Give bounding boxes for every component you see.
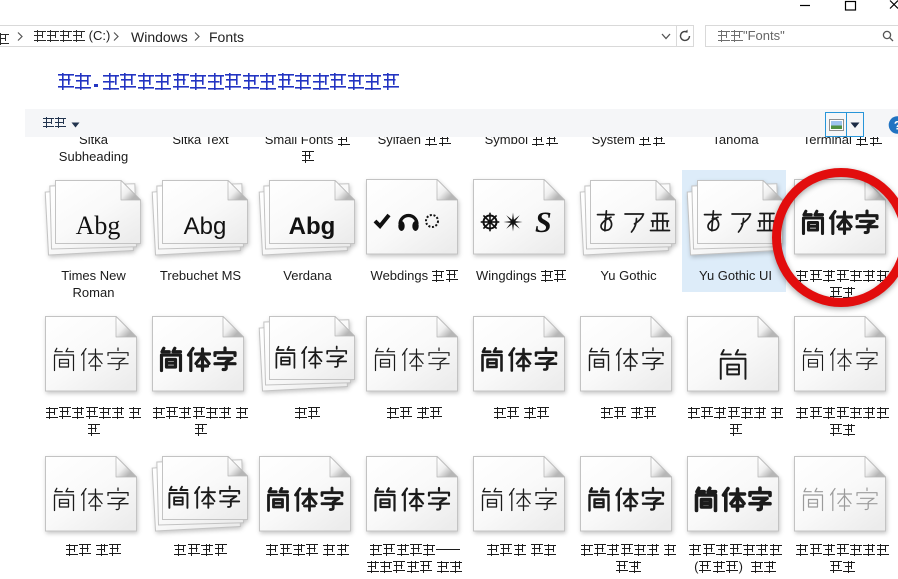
svg-text:?: ? [894,119,898,133]
svg-text:S: S [535,206,552,239]
svg-text:Abg: Abg [289,213,336,240]
svg-text:Abg: Abg [184,213,227,240]
svg-text:Abg: Abg [76,211,121,240]
